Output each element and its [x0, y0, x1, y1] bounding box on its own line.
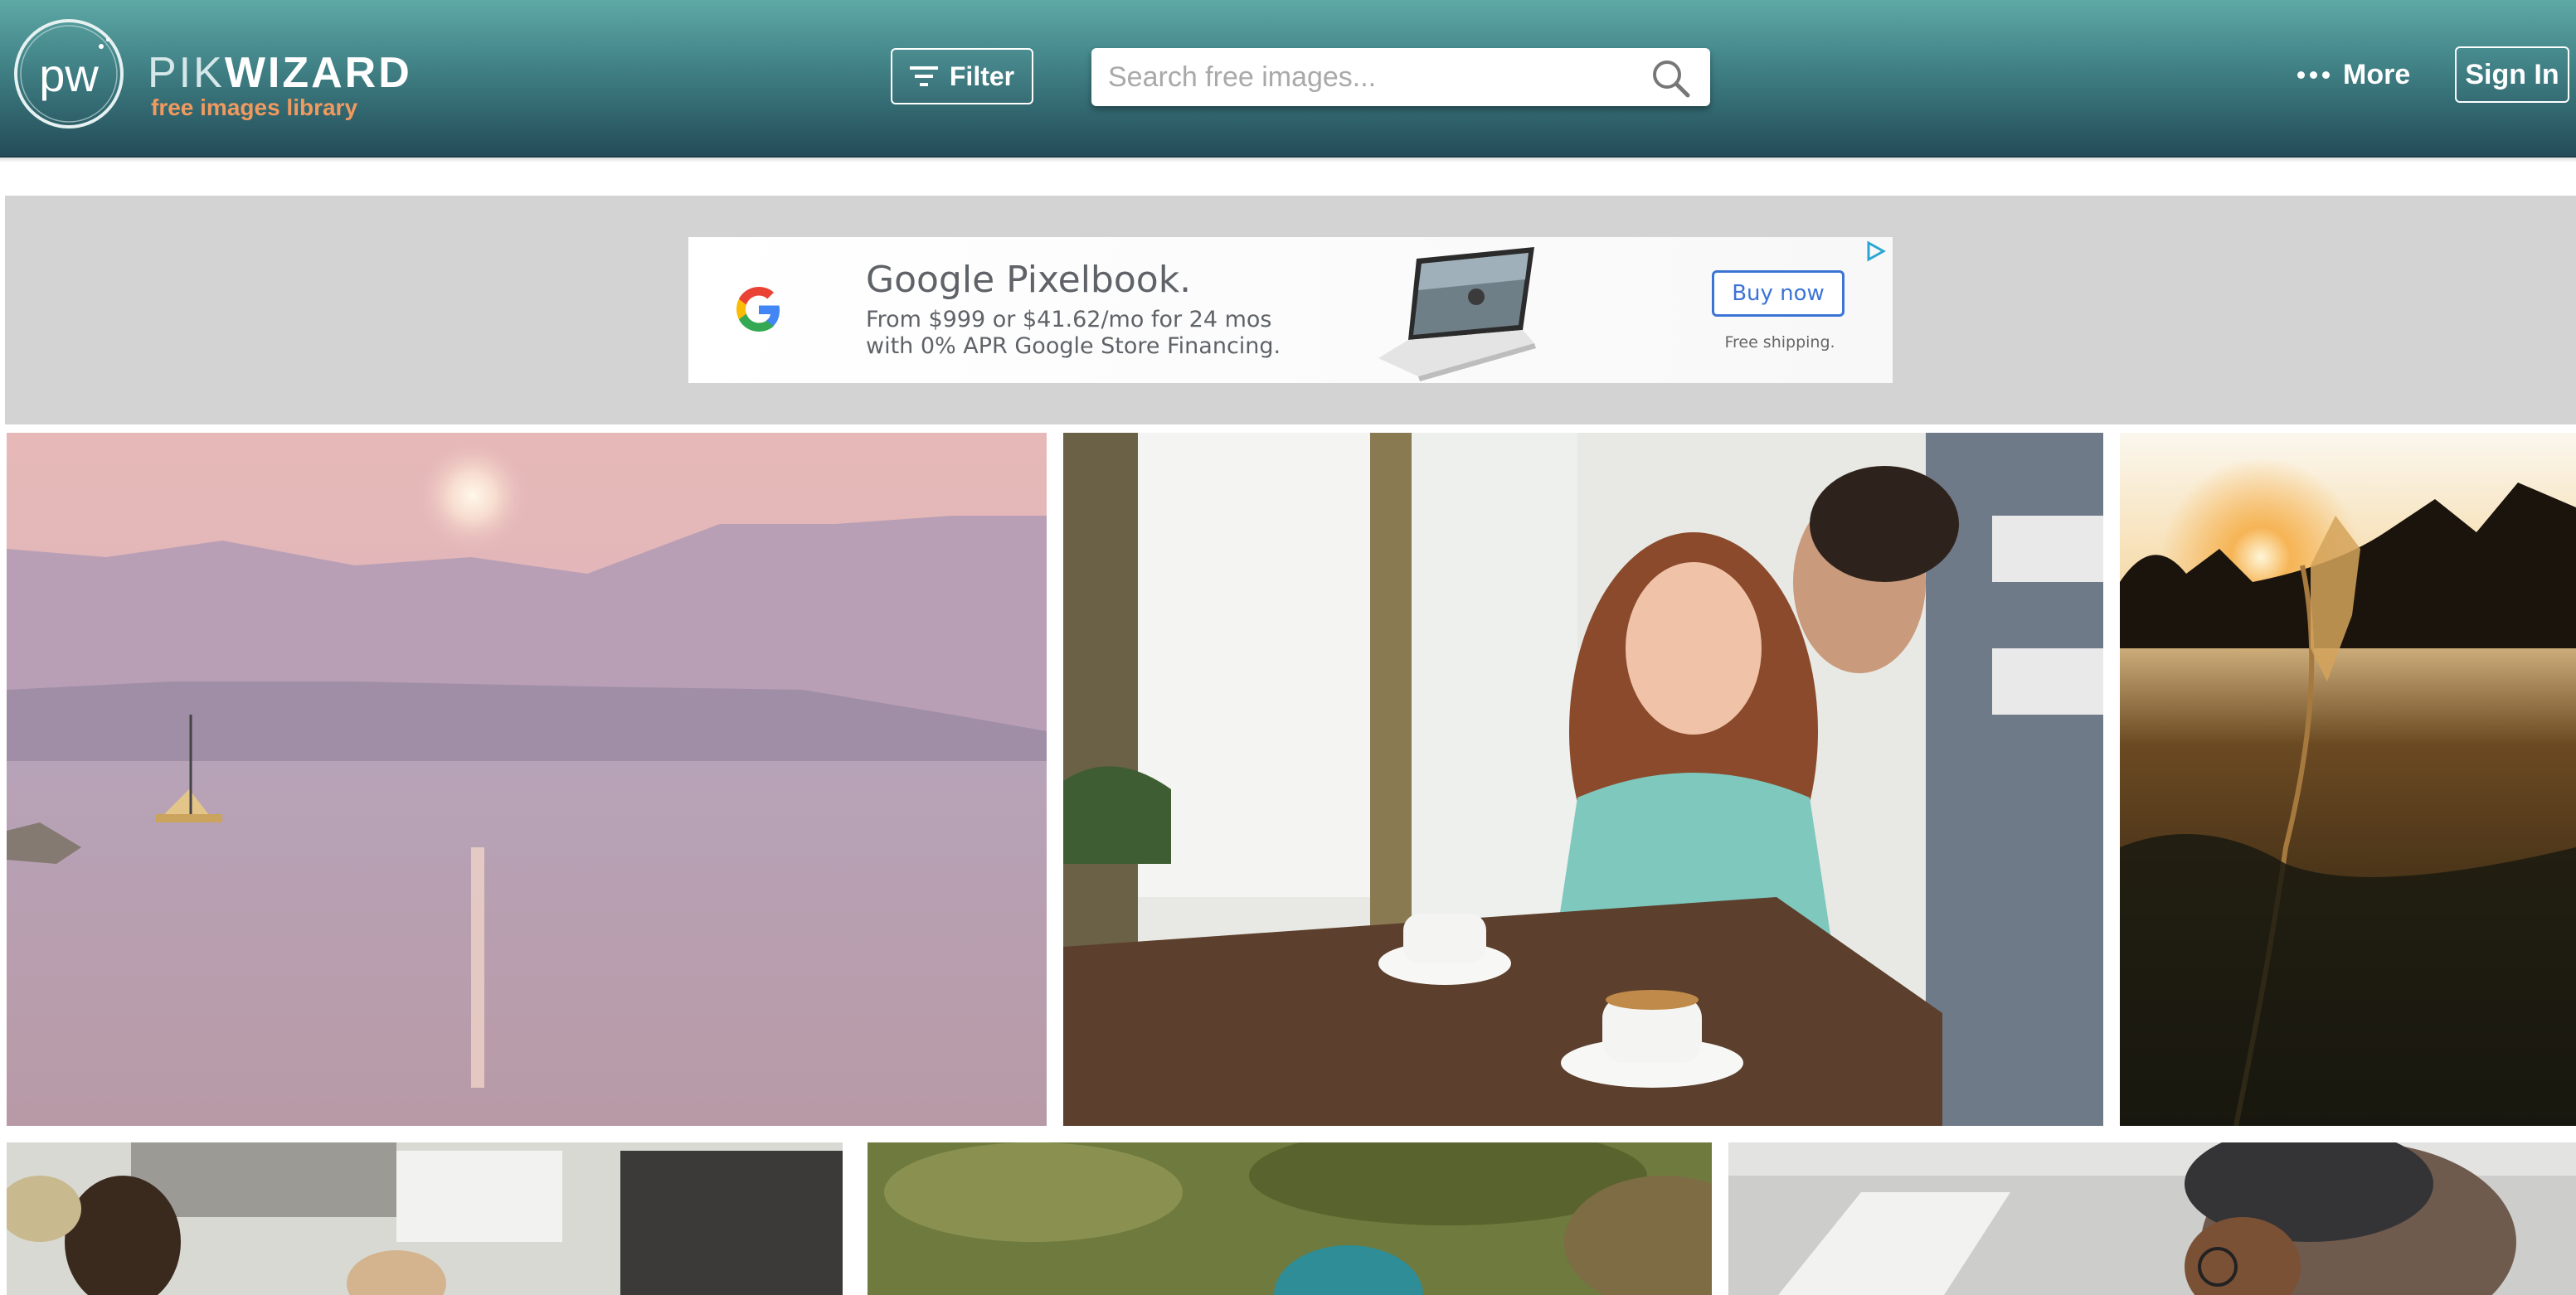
ad-banner[interactable]: Google Pixelbook. From $999 or $41.62/mo… [688, 237, 1893, 383]
logo-wordmark[interactable]: PIKWIZARD [148, 48, 412, 98]
filter-label: Filter [949, 61, 1015, 91]
photo-street-people[interactable] [7, 1142, 843, 1295]
logo-monogram: pw [39, 49, 99, 101]
photo-lake-sunset[interactable] [7, 433, 1047, 1126]
logo-word-light: PIK [148, 49, 225, 97]
logo-word-bold: WIZARD [224, 49, 412, 97]
site-header: pw PIKWIZARD free images library Filter … [0, 0, 2576, 158]
ad-line-2: with 0% APR Google Store Financing. [866, 333, 1281, 359]
header-shadow [0, 156, 2576, 162]
sign-in-button[interactable]: Sign In [2455, 46, 2569, 103]
photo-couple-cafe[interactable] [1063, 433, 2103, 1126]
logo-tagline: free images library [151, 95, 358, 120]
ad-choices-icon[interactable] [1864, 240, 1886, 262]
logo-icon[interactable]: pw [10, 15, 128, 133]
filter-button[interactable]: Filter [891, 48, 1033, 104]
photo-wheat-field[interactable] [2120, 433, 2576, 1126]
laptop-image [1378, 247, 1536, 381]
ad-line-1: From $999 or $41.62/mo for 24 mos [866, 307, 1272, 332]
buy-now-button[interactable]: Buy now [1712, 270, 1845, 317]
ad-title: Google Pixelbook. [866, 259, 1192, 301]
more-button[interactable]: More [2297, 51, 2410, 98]
more-label: More [2343, 58, 2411, 90]
photo-forest-hat[interactable] [868, 1142, 1712, 1295]
search-icon[interactable] [1650, 58, 1690, 98]
filter-icon [909, 66, 938, 86]
ad-shipping-note: Free shipping. [1724, 333, 1835, 352]
more-dots-icon [2297, 70, 2330, 79]
google-g-icon [736, 287, 780, 332]
search-box [1091, 48, 1710, 106]
search-input[interactable] [1106, 48, 1637, 106]
photo-person-beanie[interactable] [1728, 1142, 2576, 1295]
